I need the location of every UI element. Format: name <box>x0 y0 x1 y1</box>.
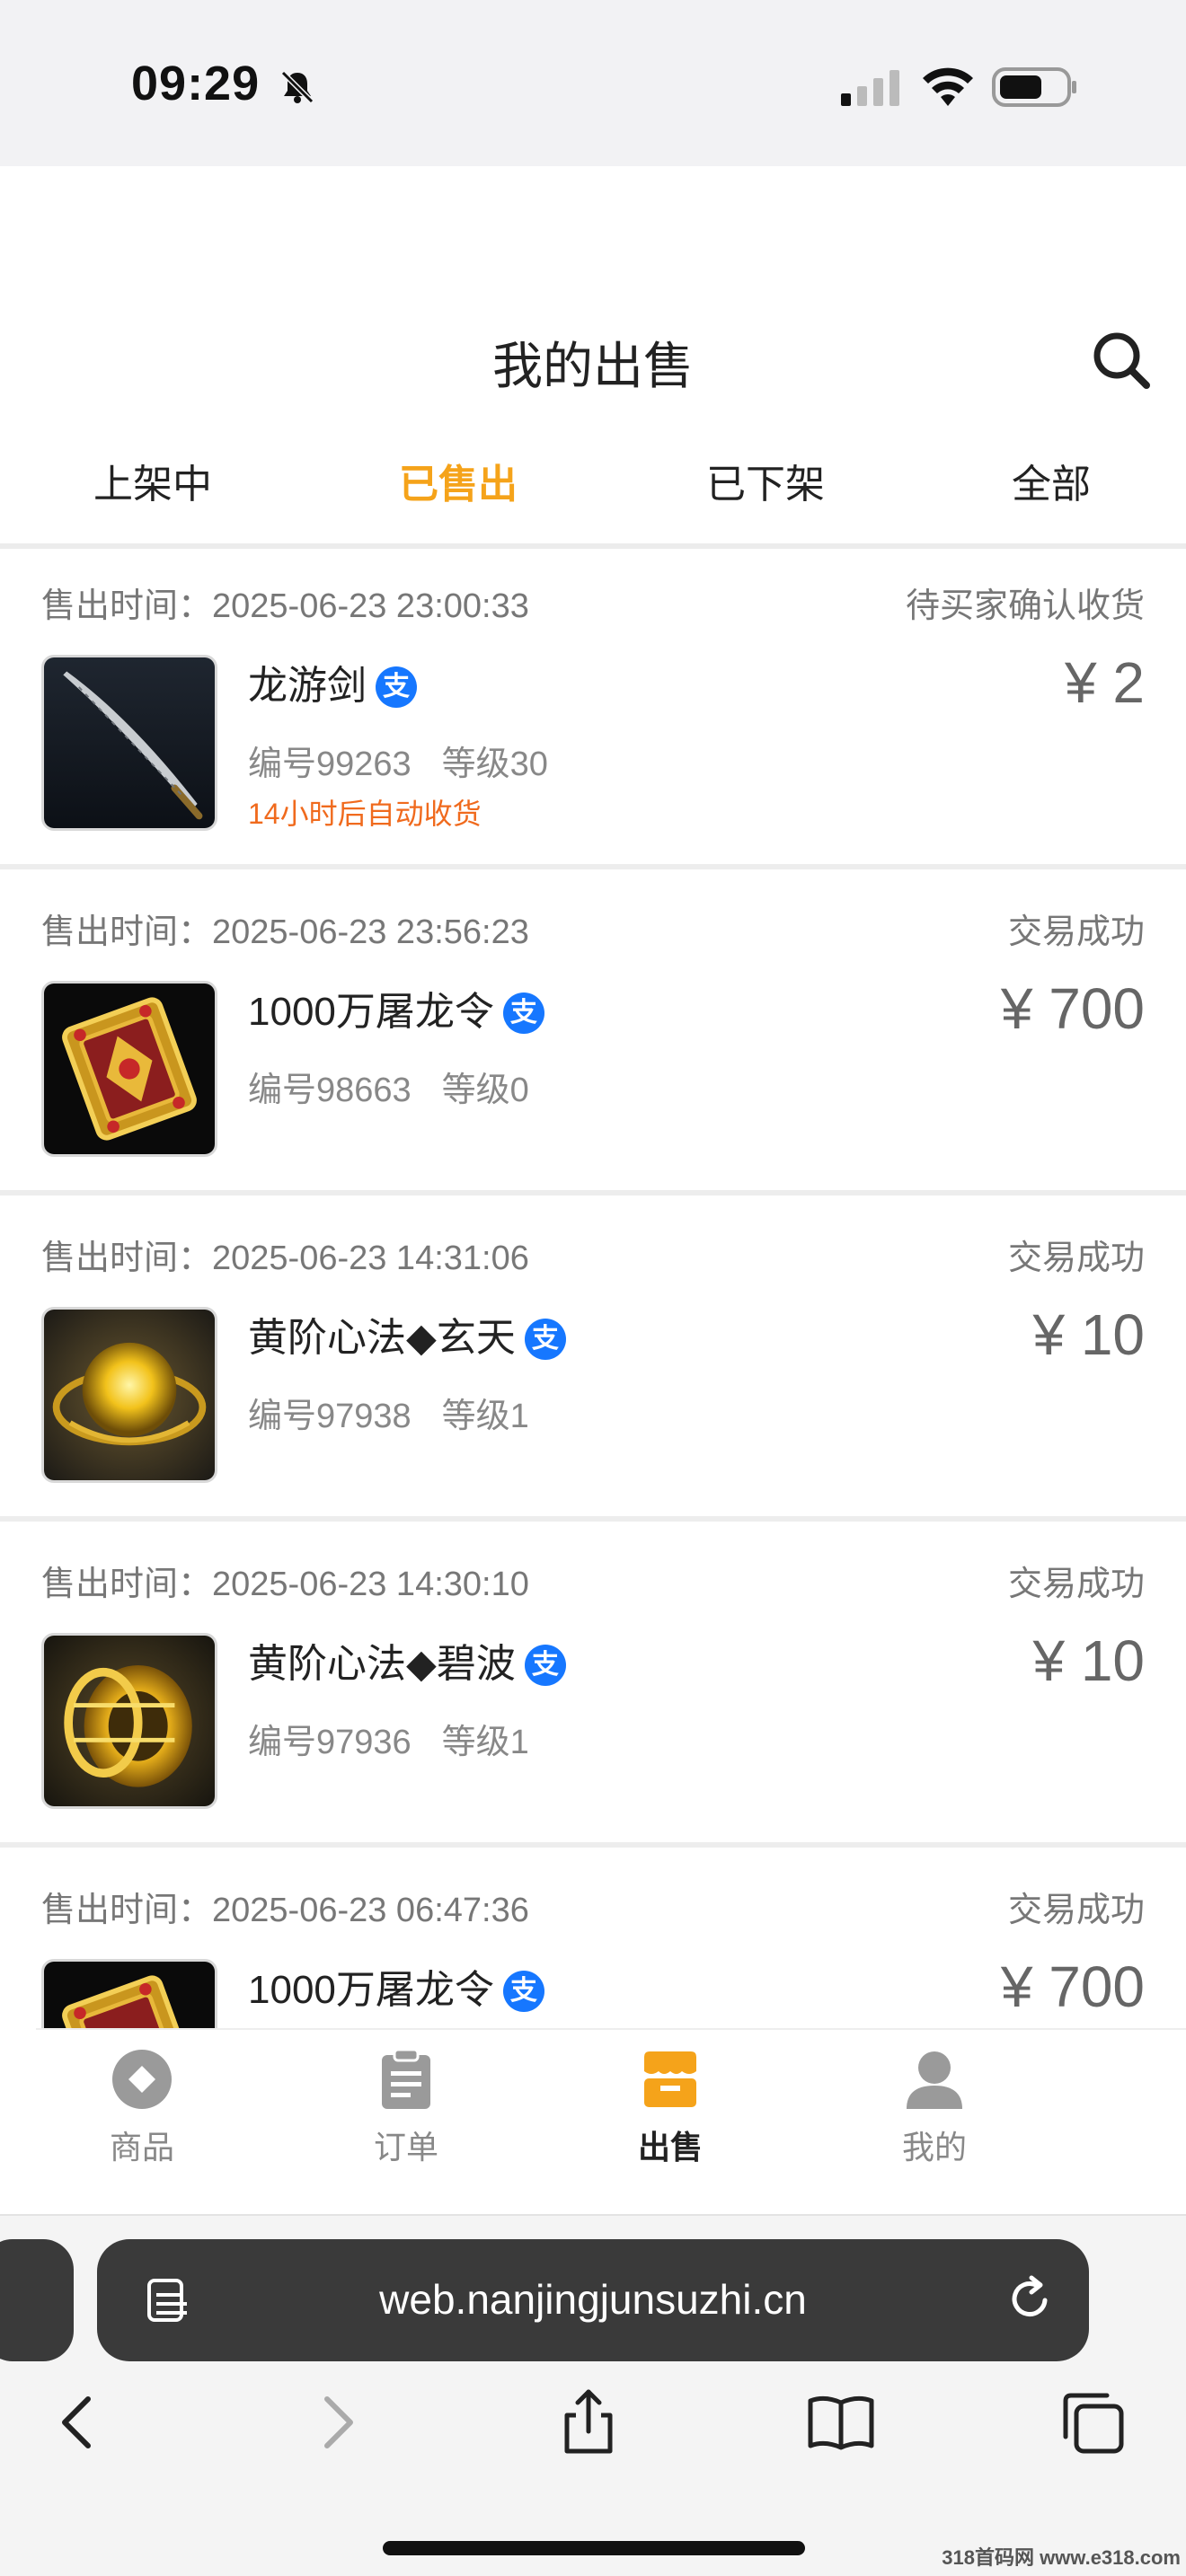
alipay-icon: 支 <box>524 1319 566 1360</box>
sold-time: 售出时间：2025-06-23 06:47:36 <box>41 1892 529 1929</box>
item-name-text: 龙游剑 <box>248 664 367 708</box>
person-icon <box>907 2051 962 2109</box>
wifi-icon <box>923 67 973 106</box>
previous-tab-peek[interactable] <box>0 2239 74 2361</box>
reload-icon[interactable] <box>1005 2273 1057 2325</box>
item-meta: 编号97938 等级1 <box>248 1388 529 1437</box>
alipay-icon: 支 <box>502 992 544 1034</box>
nav-label: 订单 <box>373 2129 438 2166</box>
share-icon[interactable] <box>553 2386 624 2458</box>
page-header: 我的出售 <box>0 166 1186 436</box>
item-thumbnail <box>41 1307 217 1483</box>
watermark: 318首码网 www.e318.com <box>942 2546 1181 2569</box>
my-sales-page: 我的出售 上架中 已售出 已下架 全部 售出时间：2025-06-23 23:0… <box>0 166 1186 2214</box>
item-level: 等级1 <box>441 1724 529 1761</box>
cellular-signal-icon <box>841 70 899 106</box>
item-level: 等级0 <box>441 1072 529 1109</box>
home-indicator <box>383 2541 805 2555</box>
item-name: 黄阶心法◆玄天支 <box>248 1305 566 1363</box>
order-card[interactable]: 售出时间：2025-06-23 14:30:10 交易成功 黄阶心法◆碧波支 编… <box>0 1527 1186 1848</box>
forward-icon[interactable] <box>302 2386 374 2458</box>
item-code: 编号99263 <box>248 745 412 783</box>
order-card[interactable]: 售出时间：2025-06-23 14:31:06 交易成功 黄阶心法◆玄天支 编… <box>0 1201 1186 1522</box>
dragon-token-icon <box>44 984 215 1154</box>
order-status: 交易成功 <box>1007 1566 1145 1603</box>
address-bar[interactable]: web.nanjingjunsuzhi.cn <box>97 2239 1089 2361</box>
nav-mine[interactable]: 我的 <box>854 2048 1015 2168</box>
item-name: 1000万屠龙令支 <box>248 1957 544 2015</box>
item-code: 编号97936 <box>248 1724 412 1761</box>
tabs-icon[interactable] <box>1057 2386 1128 2458</box>
diamond-icon <box>112 2050 172 2109</box>
url-text: web.nanjingjunsuzhi.cn <box>379 2276 807 2323</box>
back-icon[interactable] <box>41 2386 113 2458</box>
item-name-text: 1000万屠龙令 <box>248 990 494 1034</box>
golden-ring-icon <box>44 1636 215 1806</box>
status-tabs: 上架中 已售出 已下架 全部 <box>0 436 1186 543</box>
order-list: 售出时间：2025-06-23 23:00:33 待买家确认收货 龙游剑支 编号… <box>0 549 1186 2076</box>
item-level: 等级1 <box>441 1398 529 1435</box>
bottom-tab-bar: 商品 订单 出售 我的 <box>36 2028 1186 2181</box>
store-icon <box>644 2051 696 2107</box>
nav-label: 我的 <box>901 2129 967 2166</box>
auto-receive-note: 14小时后自动收货 <box>248 798 482 830</box>
item-code: 编号98663 <box>248 1072 412 1109</box>
search-icon[interactable] <box>1089 328 1154 393</box>
nav-sell[interactable]: 出售 <box>589 2048 751 2168</box>
tab-sold[interactable]: 已售出 <box>399 452 518 509</box>
page-title: 我的出售 <box>492 338 694 394</box>
item-price: ¥ 700 <box>1000 1954 1145 2019</box>
bell-muted-icon <box>280 70 314 104</box>
item-price: ¥ 2 <box>1065 650 1145 715</box>
status-time: 09:29 <box>131 57 261 110</box>
tab-delisted[interactable]: 已下架 <box>706 452 825 509</box>
alipay-icon: 支 <box>502 1971 544 2012</box>
item-name: 1000万屠龙令支 <box>248 979 544 1037</box>
nav-label: 出售 <box>637 2129 703 2166</box>
item-name-text: 黄阶心法◆玄天 <box>248 1316 516 1360</box>
item-price: ¥ 700 <box>1000 976 1145 1041</box>
tab-all[interactable]: 全部 <box>1012 452 1091 509</box>
item-thumbnail <box>41 981 217 1157</box>
item-meta: 编号98663 等级0 <box>248 1062 529 1111</box>
item-level: 等级30 <box>441 745 548 783</box>
sold-time: 售出时间：2025-06-23 14:30:10 <box>41 1566 529 1603</box>
order-status: 交易成功 <box>1007 1239 1145 1277</box>
item-price: ¥ 10 <box>1032 1628 1145 1693</box>
order-card[interactable]: 售出时间：2025-06-23 23:00:33 待买家确认收货 龙游剑支 编号… <box>0 549 1186 869</box>
battery-icon <box>992 67 1076 107</box>
item-code: 编号97938 <box>248 1398 412 1435</box>
browser-toolbar: web.nanjingjunsuzhi.cn 318首码网 www.e318.c… <box>0 2214 1186 2576</box>
item-name: 黄阶心法◆碧波支 <box>248 1631 566 1689</box>
item-meta: 编号99263 等级30 <box>248 736 548 785</box>
nav-products[interactable]: 商品 <box>61 2048 223 2168</box>
sword-icon <box>44 657 215 828</box>
order-status: 交易成功 <box>1007 913 1145 951</box>
item-name-text: 1000万屠龙令 <box>248 1968 494 2012</box>
tab-listed[interactable]: 上架中 <box>93 452 212 509</box>
item-name-text: 黄阶心法◆碧波 <box>248 1642 516 1686</box>
bookmarks-icon[interactable] <box>805 2386 877 2458</box>
nav-orders[interactable]: 订单 <box>325 2048 487 2168</box>
item-thumbnail <box>41 655 217 831</box>
alipay-icon: 支 <box>376 666 417 708</box>
order-status: 待买家确认收货 <box>905 587 1145 625</box>
order-status: 交易成功 <box>1007 1892 1145 1929</box>
nav-label: 商品 <box>109 2129 174 2166</box>
status-bar: 09:29 <box>0 0 1186 166</box>
sold-time: 售出时间：2025-06-23 23:56:23 <box>41 913 529 951</box>
item-meta: 编号97936 等级1 <box>248 1714 529 1763</box>
item-thumbnail <box>41 1633 217 1809</box>
clipboard-icon <box>382 2048 430 2109</box>
sold-time: 售出时间：2025-06-23 23:00:33 <box>41 587 529 625</box>
sold-time: 售出时间：2025-06-23 14:31:06 <box>41 1239 529 1277</box>
order-card[interactable]: 售出时间：2025-06-23 23:56:23 交易成功 1000万屠龙令支 <box>0 875 1186 1195</box>
golden-orb-icon <box>44 1310 215 1480</box>
alipay-icon: 支 <box>524 1645 566 1686</box>
item-price: ¥ 10 <box>1032 1302 1145 1367</box>
item-name: 龙游剑支 <box>248 653 417 710</box>
